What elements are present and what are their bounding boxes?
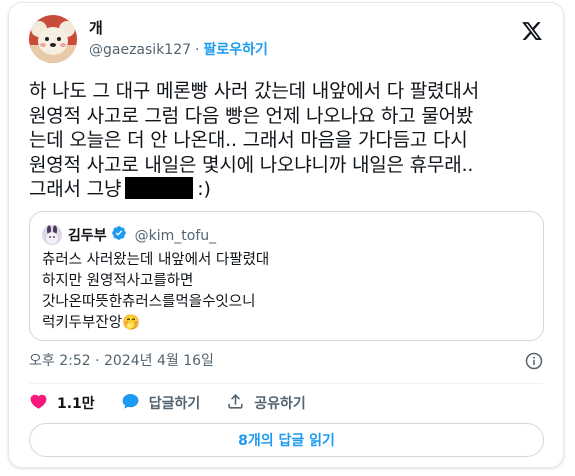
reply-button[interactable]: 답글하기 [121, 392, 201, 415]
reply-bubble-icon [121, 392, 149, 415]
tweet-smiley: :) [197, 178, 211, 200]
like-button[interactable]: 1.1만 [29, 392, 95, 415]
read-replies-button[interactable]: 8개의 답글 읽기 [29, 423, 544, 457]
quoted-line-last: 럭키두부잔앙🤭 [42, 313, 269, 334]
hand-over-mouth-emoji-icon: 🤭 [122, 315, 141, 331]
share-icon [226, 392, 254, 415]
separator-dot: · [195, 42, 200, 58]
share-button[interactable]: 공유하기 [226, 392, 306, 415]
heart-icon [29, 392, 57, 415]
quoted-handle: @kim_tofu_ [134, 228, 217, 244]
tweet-line: 는데 오늘은 더 안 나온대.. 그래서 마음을 가다듬고 다시 [29, 129, 468, 151]
redaction-box [125, 177, 194, 199]
info-icon[interactable] [525, 352, 543, 370]
tweet-line: 원영적 사고로 내일은 몇시에 나오냐니까 내일은 휴무래.. [29, 153, 474, 176]
quoted-display-name: 김두부 [68, 228, 107, 244]
tweet-line: 하 나도 그 대구 메론빵 사러 갔는데 내앞에서 다 팔렸대서 [29, 80, 479, 102]
tweet-line-last: 그래서 그냥:) [29, 177, 559, 202]
action-bar: 1.1만 답글하기 공유하기 [29, 391, 332, 415]
author-avatar[interactable] [29, 15, 77, 63]
author-handle[interactable]: @gaezasik127 [89, 42, 191, 58]
tweet-line: 원영적 사고로 그럼 다음 빵은 언제 나오나요 하고 물어봤 [29, 104, 474, 127]
like-count: 1.1만 [57, 396, 95, 412]
reply-label: 답글하기 [148, 396, 201, 412]
verified-badge-icon [111, 225, 127, 247]
quoted-line: 츄러스 사러왔는데 내앞에서 다팔렸대 [42, 252, 270, 268]
x-logo-icon[interactable] [521, 20, 543, 42]
divider [29, 383, 543, 384]
author-handle-row: @gaezasik127 · 팔로우하기 [89, 40, 268, 60]
quoted-author-avatar [42, 225, 62, 245]
quoted-line: 갓나온따뜻한츄러스를먹을수잇으니 [42, 294, 256, 310]
author-display-name[interactable]: 개 [89, 18, 103, 38]
quoted-tweet[interactable]: 김두부 @kim_tofu_ 츄러스 사러왔는데 내앞에서 다팔렸대 하지만 원… [29, 211, 544, 341]
tweet-card: 개 @gaezasik127 · 팔로우하기 하 나도 그 대구 메론빵 사러 갔는… [8, 2, 564, 468]
quoted-line: 하지만 원영적사고를하면 [42, 273, 194, 289]
follow-button[interactable]: 팔로우하기 [203, 42, 267, 58]
quoted-author-row: 김두부 @kim_tofu_ [68, 225, 216, 247]
share-label: 공유하기 [254, 396, 306, 412]
tweet-line: 그래서 그냥 [29, 178, 122, 200]
tweet-text: 하 나도 그 대구 메론빵 사러 갔는데 내앞에서 다 팔렸대서 원영적 사고로 … [29, 79, 559, 202]
tweet-timestamp[interactable]: 오후 2:52 · 2024년 4월 16일 [29, 351, 214, 371]
quoted-text: 츄러스 사러왔는데 내앞에서 다팔렸대 하지만 원영적사고를하면 갓나온따뜻한츄… [42, 250, 269, 334]
quoted-line: 럭키두부잔앙 [42, 315, 123, 331]
